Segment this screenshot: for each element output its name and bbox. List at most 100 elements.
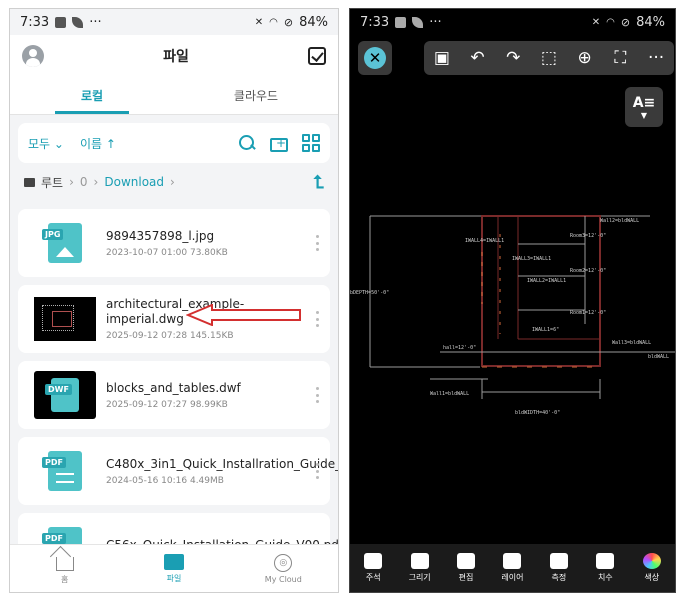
new-folder-icon[interactable]: [270, 136, 288, 152]
tool-label: 측정: [551, 573, 567, 582]
highlight-arrow: [186, 304, 301, 326]
tool-edit[interactable]: 편집: [443, 553, 489, 583]
cad-label: bDEPTH=50'-0": [350, 290, 389, 296]
list-item[interactable]: PDF C480x_3in1_Quick_Installration_Guide…: [18, 437, 338, 505]
file-list: JPG 9894357898_l.jpg 2023-10-07 01:00 73…: [10, 209, 338, 581]
more-icon[interactable]: ···: [646, 48, 666, 68]
status-time: 7:33: [360, 14, 390, 30]
battery-level: 84%: [299, 14, 328, 30]
dwf-file-icon: DWF: [34, 371, 96, 419]
tab-cloud[interactable]: 클라우드: [174, 77, 338, 114]
save-icon[interactable]: ▣: [432, 48, 452, 68]
cad-label: Wall1=bldWALL: [430, 391, 469, 397]
bottom-navigation: 홈 파일 ◎ My Cloud: [10, 544, 338, 592]
dwg-preview-icon: [34, 297, 96, 341]
breadcrumb-separator: ›: [170, 175, 175, 189]
chevron-down-icon: ▼: [640, 110, 648, 120]
tool-label: 치수: [597, 573, 613, 582]
file-thumbnail: PDF: [34, 447, 96, 495]
tool-label: 그리기: [408, 573, 431, 582]
color-wheel-icon: [642, 553, 661, 569]
tool-label: 레이어: [501, 573, 524, 582]
go-up-icon[interactable]: ⮤: [313, 172, 324, 193]
tab-local[interactable]: 로컬: [10, 77, 174, 114]
more-options-icon[interactable]: [316, 311, 320, 327]
file-meta: 2025-09-12 07:28 145.15KB: [106, 331, 234, 341]
leaf-icon: [72, 16, 84, 28]
avatar[interactable]: [22, 45, 44, 67]
viewer-toolbar: ✕ ▣ ↶ ↷ ⬚ ⊕ ⛶ ···: [350, 35, 675, 79]
list-item[interactable]: DWF blocks_and_tables.dwf 2025-09-12 07:…: [18, 361, 330, 429]
page-title: 파일: [163, 49, 189, 65]
filter-dropdown[interactable]: 모두 ⌄: [28, 135, 64, 152]
cad-label: IWALL2=IWALL1: [527, 278, 566, 284]
status-time: 7:33: [20, 14, 50, 30]
nav-my-cloud[interactable]: ◎ My Cloud: [229, 545, 338, 592]
breadcrumb-root[interactable]: 루트: [41, 174, 63, 191]
redo-icon[interactable]: ↷: [503, 48, 523, 68]
leaf-icon: [412, 16, 424, 28]
nav-files[interactable]: 파일: [119, 545, 228, 592]
list-toolbar: 모두 ⌄ 이름 ↑: [18, 123, 330, 163]
cad-label: hall=12'-0": [443, 345, 476, 351]
file-name: 9894357898_l.jpg: [106, 228, 215, 243]
fit-width-icon[interactable]: ⬚: [539, 48, 559, 68]
fullscreen-icon[interactable]: ⛶: [610, 48, 630, 68]
tool-label: 편집: [458, 573, 474, 582]
more-options-icon[interactable]: [316, 463, 320, 479]
mute-icon: ✕: [591, 16, 601, 28]
breadcrumb-current[interactable]: Download: [104, 175, 164, 189]
cad-label: IWALL4=IWALL1: [465, 238, 504, 244]
tool-draw[interactable]: 그리기: [397, 553, 443, 583]
close-button[interactable]: ✕: [358, 41, 392, 75]
layers-icon: [503, 553, 522, 569]
dnd-icon: ⊘: [283, 15, 294, 29]
nav-label: 홈: [60, 575, 69, 584]
breadcrumb-mid[interactable]: 0: [80, 175, 88, 189]
tool-measure[interactable]: 측정: [536, 553, 582, 583]
screenshot-frame: 7:33 ··· ✕ ◠ ⊘ 84% 파일 로컬 클라우드 모두 ⌄ 이름 ↑ …: [0, 0, 685, 600]
cad-drawing: Wall2=bldWALL IWALL4=IWALL1 IWALL3=IWALL…: [350, 215, 675, 416]
search-icon[interactable]: [238, 134, 256, 152]
nav-label: My Cloud: [264, 574, 302, 584]
file-meta: 2025-09-12 07:27 98.99KB: [106, 399, 228, 410]
more-notifications-icon: ···: [429, 14, 442, 30]
cad-label: IWALL1=6": [532, 327, 559, 333]
cad-label: bldWALL: [648, 354, 669, 360]
my-cloud-icon: ◎: [274, 553, 293, 572]
file-name: blocks_and_tables.dwf: [106, 380, 241, 395]
text-style-label: A≡: [632, 94, 656, 111]
status-bar: 7:33 ··· ✕ ◠ ⊘ 84%: [350, 9, 675, 35]
nav-label: 파일: [166, 573, 182, 583]
comment-icon: [364, 553, 383, 569]
select-mode-icon[interactable]: [307, 47, 326, 65]
nav-home[interactable]: 홈: [10, 545, 119, 592]
pdf-file-icon: PDF: [42, 451, 82, 491]
cad-label: bldWIDTH=40'-0": [515, 410, 560, 416]
file-thumbnail: DWF: [34, 371, 96, 419]
zoom-icon[interactable]: ⊕: [575, 48, 595, 68]
cad-label: Wall3=bldWALL: [612, 340, 651, 346]
more-options-icon[interactable]: [316, 235, 320, 251]
tool-color[interactable]: 색상: [629, 553, 675, 583]
cad-tool-bar: 주석 그리기 편집 레이어 측정 치수 색상: [350, 544, 675, 592]
tool-label: 주석: [365, 573, 381, 582]
pencil-icon: [410, 553, 429, 569]
close-icon: ✕: [364, 47, 386, 69]
list-item[interactable]: JPG 9894357898_l.jpg 2023-10-07 01:00 73…: [18, 209, 330, 277]
grid-view-icon[interactable]: [302, 134, 320, 152]
app-header: 파일: [10, 35, 338, 77]
sort-dropdown[interactable]: 이름 ↑: [80, 135, 116, 152]
gallery-icon: [55, 16, 67, 28]
tool-dimension[interactable]: 치수: [582, 553, 628, 583]
file-thumbnail: [34, 295, 96, 343]
more-options-icon[interactable]: [316, 387, 320, 403]
file-thumbnail: JPG: [34, 219, 96, 267]
tool-layer[interactable]: 레이어: [489, 553, 535, 583]
dnd-icon: ⊘: [620, 15, 631, 29]
tool-annotate[interactable]: 주석: [350, 553, 396, 583]
cad-label: IWALL3=IWALL1: [512, 256, 551, 262]
text-style-button[interactable]: A≡ ▼: [625, 87, 663, 127]
file-browser-screen: 7:33 ··· ✕ ◠ ⊘ 84% 파일 로컬 클라우드 모두 ⌄ 이름 ↑ …: [9, 8, 339, 593]
undo-icon[interactable]: ↶: [468, 48, 488, 68]
